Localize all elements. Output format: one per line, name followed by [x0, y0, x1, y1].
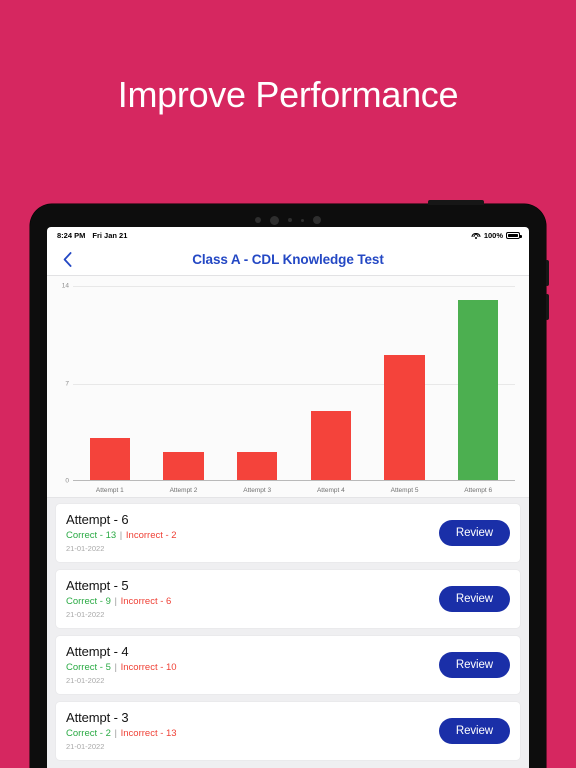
chart-bar	[384, 355, 425, 480]
volume-up-button[interactable]	[546, 260, 549, 286]
x-axis-line	[73, 480, 515, 481]
chart-bar	[310, 410, 352, 480]
score-separator: |	[117, 530, 125, 541]
review-button[interactable]: Review	[438, 651, 510, 678]
attempt-date: 21-01-2022	[66, 544, 105, 553]
tablet-device-frame: 8:24 PM Fri Jan 21 100% Class A - CDL Kn…	[30, 200, 549, 768]
sensor-dot	[288, 218, 292, 222]
x-axis-tick-label: Attempt 4	[316, 487, 345, 494]
attempt-card[interactable]: Attempt - 6 Correct - 13 | Incorrect - 2 2…	[55, 503, 521, 563]
page-title: Improve Performance	[117, 74, 459, 115]
score-separator: |	[111, 596, 120, 607]
battery-full-icon	[506, 232, 522, 239]
y-axis-tick-7: 7	[65, 380, 69, 387]
correct-count: Correct - 2	[66, 728, 111, 739]
x-axis-tick-label: Attempt 5	[390, 487, 419, 494]
navigation-bar: Class A - CDL Knowledge Test	[47, 244, 529, 276]
bar-slot	[368, 286, 442, 480]
status-bar: 8:24 PM Fri Jan 21 100%	[47, 227, 529, 244]
review-button[interactable]: Review	[438, 585, 510, 612]
correct-count: Correct - 5	[66, 662, 111, 673]
y-axis-tick-14: 14	[61, 282, 69, 290]
attempt-info: Attempt - 5 Correct - 9 | Incorrect - 6 21…	[66, 578, 439, 619]
attempt-title: Attempt - 6	[66, 512, 129, 527]
performance-chart-card: 14 7 0 Attempt 1 Attempt 2 Attempt 3 Attemp…	[47, 276, 529, 498]
attempt-card[interactable]: Attempt - 4 Correct - 5 | Incorrect - 10 2…	[55, 635, 521, 695]
attempt-info: Attempt - 4 Correct - 5 | Incorrect - 10 2…	[66, 644, 439, 685]
attempt-card[interactable]: Attempt - 5 Correct - 9 | Incorrect - 6 21…	[55, 569, 521, 629]
x-axis-tick-label: Attempt 2	[169, 487, 198, 494]
tablet-screen: 8:24 PM Fri Jan 21 100% Class A - CDL Kn…	[47, 227, 529, 768]
bar-slot	[441, 286, 515, 480]
bar-slot	[294, 286, 368, 480]
front-camera-sensor-array	[30, 214, 546, 226]
sensor-dot	[301, 218, 304, 222]
attempt-score: Correct - 13 | Incorrect - 2	[66, 530, 439, 541]
bar-slot	[73, 286, 147, 480]
review-button[interactable]: Review	[438, 519, 510, 546]
attempts-list[interactable]: Attempt - 6 Correct - 13 | Incorrect - 2 2…	[47, 498, 529, 768]
attempt-card[interactable]: Attempt - 3 Correct - 2 | Incorrect - 13 2…	[55, 701, 521, 761]
chart-bar	[89, 438, 131, 480]
attempt-title: Attempt - 4	[66, 644, 129, 659]
chart-bar	[236, 452, 278, 480]
chart-bar	[457, 299, 499, 480]
attempt-score: Correct - 5 | Incorrect - 10	[66, 662, 439, 673]
x-axis-tick-label: Attempt 3	[243, 487, 272, 494]
attempt-score: Correct - 2 | Incorrect - 13	[66, 728, 439, 739]
attempt-date: 21-01-2022	[66, 742, 105, 751]
bar-chart-plot-area: 14 7 0 Attempt 1 Attempt 2 Attempt 3 Attemp…	[62, 283, 515, 494]
chart-bars	[73, 286, 515, 480]
power-button[interactable]	[428, 200, 484, 205]
sensor-dot	[255, 217, 261, 223]
y-axis-tick-0: 0	[65, 477, 69, 485]
camera-dot	[313, 216, 321, 224]
attempt-info: Attempt - 3 Correct - 2 | Incorrect - 13 2…	[66, 710, 439, 751]
x-axis-tick-label: Attempt 1	[95, 487, 124, 494]
attempt-score: Correct - 9 | Incorrect - 6	[66, 596, 439, 607]
correct-count: Correct - 9	[66, 596, 111, 607]
bar-slot	[147, 286, 221, 480]
attempt-title: Attempt - 5	[66, 578, 129, 593]
incorrect-count: Incorrect - 13	[120, 728, 177, 739]
attempt-date: 21-01-2022	[66, 676, 105, 685]
score-separator: |	[111, 662, 120, 673]
incorrect-count: Incorrect - 2	[125, 530, 177, 541]
wifi-icon	[471, 232, 481, 239]
back-button[interactable]	[59, 251, 75, 269]
incorrect-count: Incorrect - 10	[120, 662, 177, 673]
volume-down-button[interactable]	[546, 294, 549, 320]
screen-title: Class A - CDL Knowledge Test	[192, 252, 384, 267]
status-date: Fri Jan 21	[92, 231, 128, 240]
attempt-title: Attempt - 3	[66, 710, 129, 725]
camera-dot	[270, 215, 279, 225]
attempt-date: 21-01-2022	[66, 610, 105, 619]
battery-percent-label: 100%	[483, 231, 503, 240]
score-separator: |	[111, 728, 120, 739]
status-time: 8:24 PM	[57, 231, 86, 240]
x-axis-labels: Attempt 1 Attempt 2 Attempt 3 Attempt 4 Atte…	[73, 487, 515, 494]
review-button[interactable]: Review	[438, 717, 510, 744]
x-axis-tick-label: Attempt 6	[464, 487, 493, 494]
incorrect-count: Incorrect - 6	[120, 596, 172, 607]
attempt-info: Attempt - 6 Correct - 13 | Incorrect - 2 2…	[66, 512, 439, 553]
correct-count: Correct - 13	[66, 530, 117, 541]
bar-slot	[220, 286, 294, 480]
chart-bar	[163, 452, 204, 480]
